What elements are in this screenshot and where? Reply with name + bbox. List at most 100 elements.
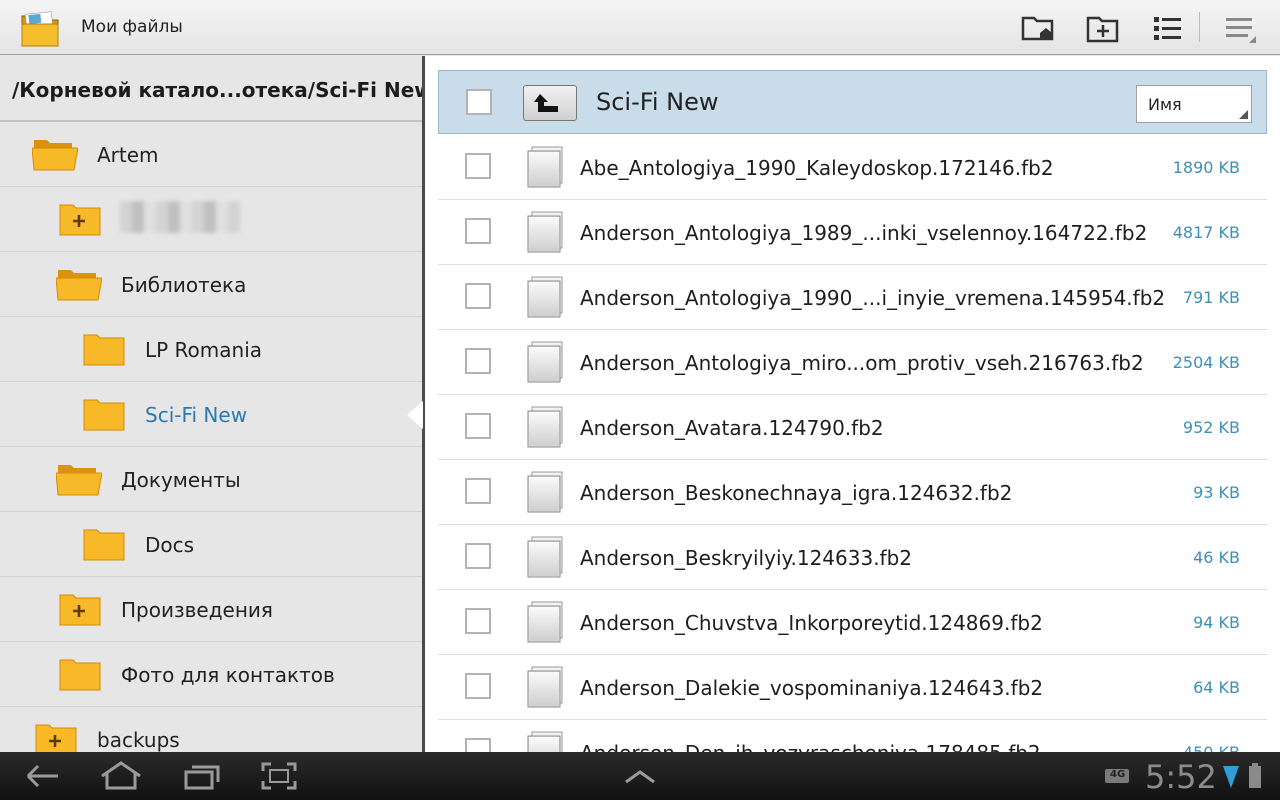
back-icon[interactable] xyxy=(22,760,62,792)
chevron-up-icon[interactable] xyxy=(622,760,658,792)
sort-dropdown[interactable]: Имя xyxy=(1136,85,1252,123)
file-icon xyxy=(527,731,563,752)
arrow-up-icon xyxy=(534,94,558,112)
selection-pointer xyxy=(407,401,423,429)
file-name: Anderson_Antologiya_miro...om_protiv_vse… xyxy=(580,351,1144,375)
folder-plus-icon xyxy=(35,724,77,752)
select-all-checkbox[interactable] xyxy=(466,89,492,115)
file-icon xyxy=(527,471,563,513)
file-checkbox[interactable] xyxy=(465,738,491,752)
file-row[interactable]: Anderson_Antologiya_1989_...inki_vselenn… xyxy=(438,200,1267,265)
recent-apps-icon[interactable] xyxy=(182,760,222,792)
tree-item-docs[interactable]: Docs xyxy=(0,512,422,577)
tree-item-hidden[interactable] xyxy=(0,187,422,252)
file-size: 1890 KB xyxy=(1172,158,1240,177)
file-row[interactable]: Anderson_Beskryilyiy.124633.fb2 46 KB xyxy=(438,525,1267,590)
file-row[interactable]: Anderson_Beskonechnaya_igra.124632.fb2 93… xyxy=(438,460,1267,525)
tree-item-biblioteka[interactable]: Библиотека xyxy=(0,252,422,317)
folder-title: Sci-Fi New xyxy=(596,88,719,116)
file-icon xyxy=(527,211,563,253)
folder-icon xyxy=(83,529,125,561)
tree-item-label: Библиотека xyxy=(121,273,247,297)
folder-home-icon[interactable] xyxy=(1020,10,1056,46)
file-checkbox[interactable] xyxy=(465,413,491,439)
folder-icon xyxy=(59,659,101,691)
folder-open-icon xyxy=(32,140,78,171)
folder-plus-icon xyxy=(59,594,101,626)
tree-item-label: Фото для контактов xyxy=(121,663,335,687)
file-icon xyxy=(527,406,563,448)
sort-dropdown-value: Имя xyxy=(1148,95,1182,114)
dropdown-corner-icon xyxy=(1239,110,1248,119)
folder-icon xyxy=(83,399,125,431)
file-icon xyxy=(527,341,563,383)
menu-icon[interactable] xyxy=(1222,10,1258,46)
file-size: 46 KB xyxy=(1193,548,1240,567)
file-icon xyxy=(527,146,563,188)
tree-item-sci-fi-new[interactable]: Sci-Fi New xyxy=(0,382,422,447)
file-size: 94 KB xyxy=(1193,613,1240,632)
file-size: 791 KB xyxy=(1182,288,1240,307)
toolbar-separator xyxy=(1199,12,1200,42)
tree-item-label: backups xyxy=(97,728,180,752)
file-name: Anderson_Antologiya_1990_...i_inyie_vrem… xyxy=(580,286,1166,310)
file-checkbox[interactable] xyxy=(465,283,491,309)
file-checkbox[interactable] xyxy=(465,218,491,244)
tree-item-label: Sci-Fi New xyxy=(145,403,248,427)
file-checkbox[interactable] xyxy=(465,348,491,374)
tree-item-label: LP Romania xyxy=(145,338,263,362)
tree-item-dokumenty[interactable]: Документы xyxy=(0,447,422,512)
system-bar: 4G 5:52 xyxy=(0,752,1280,800)
file-icon xyxy=(527,601,563,643)
file-icon xyxy=(527,276,563,318)
clock: 5:52 xyxy=(1145,758,1217,796)
blurred-folder-name xyxy=(120,201,240,233)
file-name: Anderson_Beskryilyiy.124633.fb2 xyxy=(580,546,913,570)
file-row[interactable]: Anderson_Avatara.124790.fb2 952 KB xyxy=(438,395,1267,460)
file-checkbox[interactable] xyxy=(465,673,491,699)
wifi-icon xyxy=(1223,766,1239,788)
tree-item-proizvedeniya[interactable]: Произведения xyxy=(0,577,422,642)
new-folder-icon[interactable] xyxy=(1085,10,1121,46)
tree-item-lp-romania[interactable]: LP Romania xyxy=(0,317,422,382)
home-icon[interactable] xyxy=(98,760,144,792)
folder-open-icon xyxy=(56,270,102,301)
file-row[interactable]: Anderson_Dalekie_vospominaniya.124643.fb… xyxy=(438,655,1267,720)
my-files-app-icon[interactable] xyxy=(20,10,60,48)
file-size: 2504 KB xyxy=(1172,353,1240,372)
folder-header: Sci-Fi New Имя xyxy=(438,70,1267,134)
file-size: 450 KB xyxy=(1183,743,1240,752)
current-path: /Корневой катало...отека/Sci-Fi New xyxy=(12,78,422,102)
screenshot-icon[interactable] xyxy=(259,760,299,792)
file-list-pane: Sci-Fi New Имя Abe_Antologiya_1990_Kaley… xyxy=(425,56,1280,752)
file-name: Anderson_Antologiya_1989_...inki_vselenn… xyxy=(580,221,1148,245)
tree-item-artem[interactable]: Artem xyxy=(0,122,422,187)
file-row[interactable]: Anderson_Antologiya_1990_...i_inyie_vrem… xyxy=(438,265,1267,330)
folder-open-icon xyxy=(56,465,102,496)
file-checkbox[interactable] xyxy=(465,543,491,569)
file-row[interactable]: Abe_Antologiya_1990_Kaleydoskop.172146.f… xyxy=(438,135,1267,200)
tree-item-foto-dlya-kontaktov[interactable]: Фото для контактов xyxy=(0,642,422,707)
file-size: 93 KB xyxy=(1193,483,1240,502)
file-checkbox[interactable] xyxy=(465,153,491,179)
file-name: Abe_Antologiya_1990_Kaleydoskop.172146.f… xyxy=(580,156,1054,180)
tree-item-label: Произведения xyxy=(121,598,273,622)
network-type-label: 4G xyxy=(1110,769,1126,780)
file-row[interactable]: Anderson_Antologiya_miro...om_protiv_vse… xyxy=(438,330,1267,395)
action-bar: Мои файлы xyxy=(0,0,1280,55)
tree-item-label: Artem xyxy=(97,143,159,167)
file-row[interactable]: Anderson_Den_ih_vozvrascheniya.178485.fb… xyxy=(438,720,1267,752)
file-checkbox[interactable] xyxy=(465,608,491,634)
up-folder-button[interactable] xyxy=(523,85,577,121)
tree-item-backups[interactable]: backups xyxy=(0,707,422,752)
file-size: 4817 KB xyxy=(1172,223,1240,242)
file-checkbox[interactable] xyxy=(465,478,491,504)
file-name: Anderson_Beskonechnaya_igra.124632.fb2 xyxy=(580,481,1013,505)
folder-plus-icon xyxy=(59,204,101,236)
file-name: Anderson_Dalekie_vospominaniya.124643.fb… xyxy=(580,676,1044,700)
file-name: Anderson_Den_ih_vozvrascheniya.178485.fb… xyxy=(580,741,1041,752)
file-row[interactable]: Anderson_Chuvstva_Inkorporeytid.124869.f… xyxy=(438,590,1267,655)
list-view-icon[interactable] xyxy=(1149,10,1185,46)
file-size: 952 KB xyxy=(1182,418,1240,437)
tree-item-label: Docs xyxy=(145,533,195,557)
